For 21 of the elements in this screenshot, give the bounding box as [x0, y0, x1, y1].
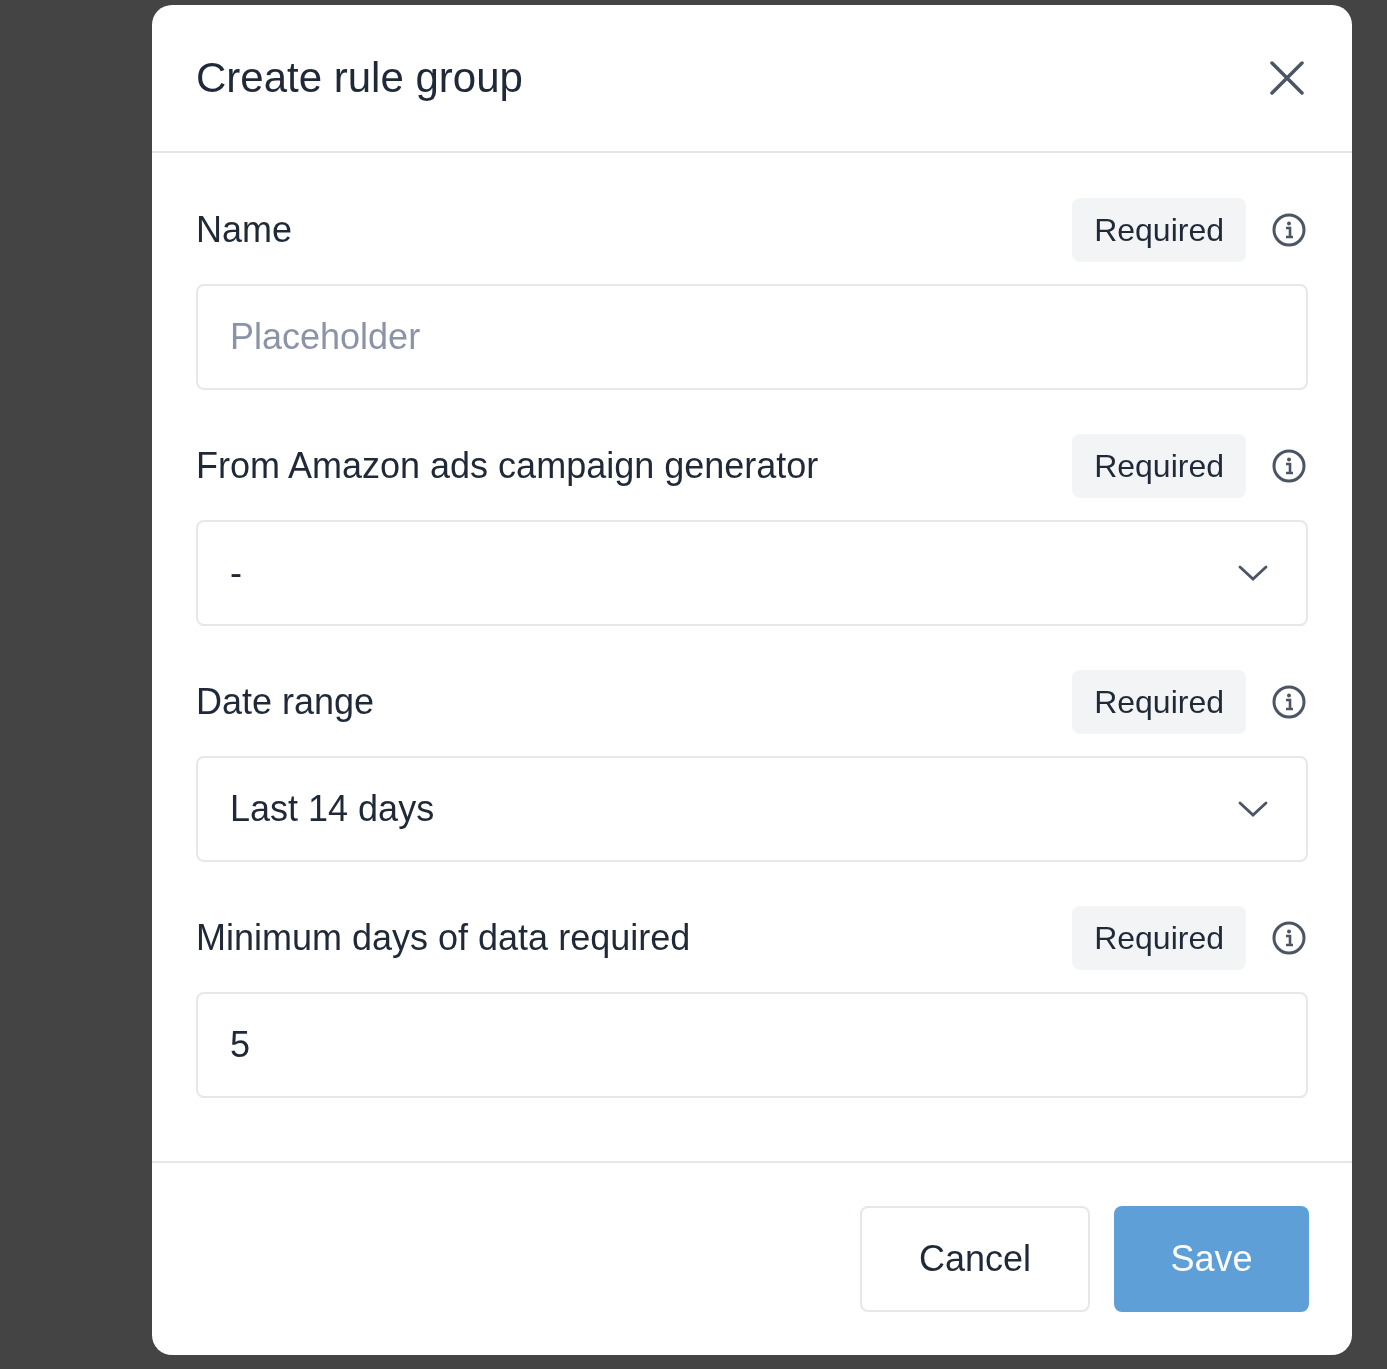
text-field[interactable]: Placeholder	[196, 284, 1308, 390]
select-field[interactable]: -	[196, 520, 1308, 626]
field-label: Date range	[196, 681, 376, 723]
info-icon[interactable]	[1272, 449, 1306, 483]
chevron-down-icon	[1238, 564, 1268, 582]
select-field[interactable]: Last 14 days	[196, 756, 1308, 862]
info-icon[interactable]	[1272, 685, 1306, 719]
required-tag: Required	[1072, 906, 1246, 970]
field-label: Name	[196, 209, 294, 251]
cancel-button[interactable]: Cancel	[860, 1206, 1090, 1312]
text-field[interactable]: 5	[196, 992, 1308, 1098]
field-label: Minimum days of data required	[196, 917, 692, 959]
info-icon[interactable]	[1272, 921, 1306, 955]
required-tag: Required	[1072, 670, 1246, 734]
required-tag: Required	[1072, 198, 1246, 262]
field-label: From Amazon ads campaign generator	[196, 445, 820, 487]
dialog-title: Create rule group	[196, 54, 523, 102]
chevron-down-icon	[1238, 800, 1268, 818]
info-icon[interactable]	[1272, 213, 1306, 247]
required-tag: Required	[1072, 434, 1246, 498]
close-icon	[1270, 61, 1304, 95]
